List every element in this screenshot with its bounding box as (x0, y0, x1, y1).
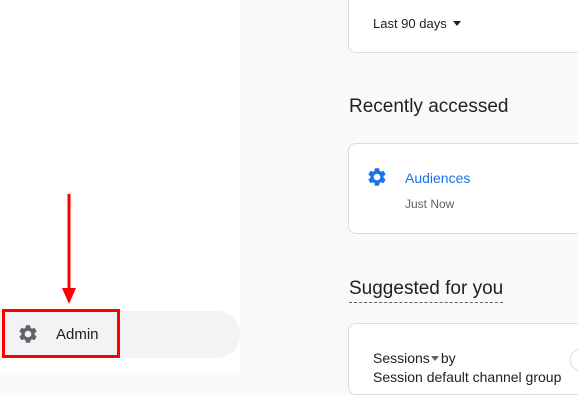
title-connector: by (440, 350, 456, 366)
recent-item-card[interactable] (348, 143, 578, 234)
left-sidebar: Admin (0, 0, 240, 375)
metric-dropdown-label[interactable]: Sessions (373, 350, 430, 366)
main-content: Last 90 days Recently accessed Audiences… (240, 0, 578, 395)
annotation-arrow (62, 194, 76, 304)
recently-accessed-heading: Recently accessed (349, 96, 509, 117)
gear-icon (368, 168, 386, 186)
suggested-card-title: Sessions by (373, 350, 456, 366)
audiences-link[interactable]: Audiences (405, 170, 470, 186)
suggested-heading: Suggested for you (349, 278, 504, 303)
suggested-card-subtitle[interactable]: Session default channel group (373, 369, 561, 385)
caret-down-icon (452, 21, 461, 26)
admin-label[interactable]: Admin (56, 326, 99, 343)
date-range-dropdown[interactable]: Last 90 days (373, 16, 461, 31)
audiences-timestamp: Just Now (405, 197, 455, 211)
caret-down-icon[interactable] (430, 355, 439, 361)
gear-icon (19, 325, 37, 343)
date-range-label: Last 90 days (373, 16, 447, 31)
